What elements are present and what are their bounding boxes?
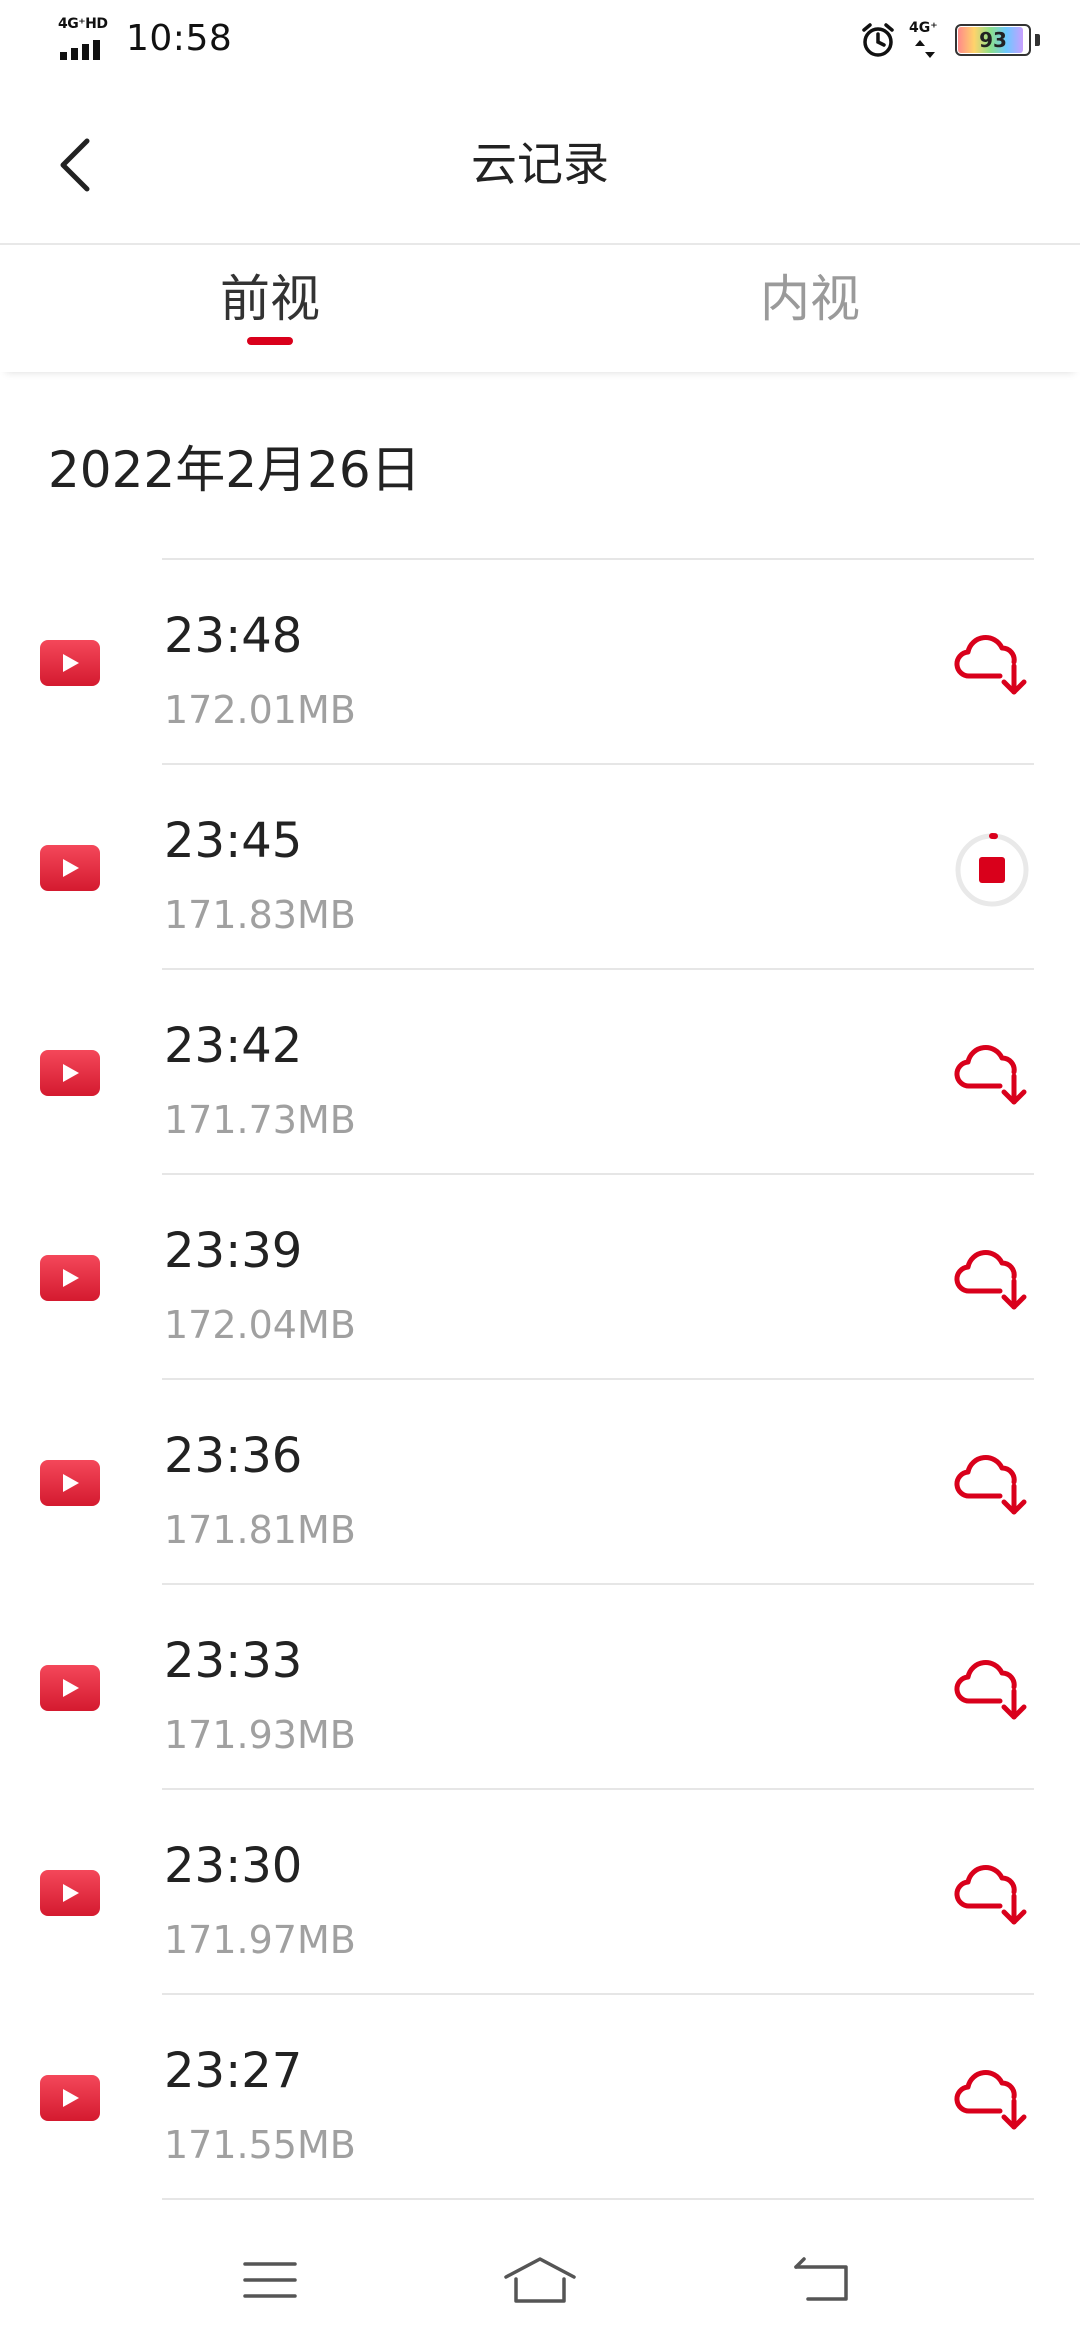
download-button[interactable]: [952, 2065, 1032, 2135]
record-size: 171.83MB: [164, 893, 356, 937]
status-bar: 4G⁺HD 10:58 4G⁺ 93: [0, 0, 1080, 80]
play-icon: [63, 1474, 79, 1492]
tab-front-view-label: 前视: [220, 270, 320, 328]
download-button[interactable]: [952, 1040, 1032, 1110]
page-title: 云记录: [471, 137, 609, 191]
network-indicator: 4G⁺HD: [58, 16, 114, 60]
play-video-button[interactable]: [40, 640, 100, 686]
alarm-icon: [862, 23, 894, 57]
status-left: 4G⁺HD 10:58: [58, 16, 232, 60]
tab-bar: 前视 内视: [0, 247, 1080, 372]
play-video-button[interactable]: [40, 1665, 100, 1711]
stop-download-icon: [955, 832, 1029, 907]
record-time: 23:42: [164, 1018, 303, 1074]
cloud-download-icon: [954, 1660, 1027, 1720]
stop-download-button[interactable]: [952, 832, 1032, 907]
record-row[interactable]: 23:39 172.04MB: [0, 1175, 1080, 1380]
record-size: 171.73MB: [164, 1098, 356, 1142]
cloud-download-icon: [954, 1455, 1027, 1515]
home-icon: [504, 2257, 576, 2303]
status-right: 4G⁺ 93: [859, 20, 1040, 60]
data-arrows-icon: [915, 40, 935, 58]
status-time: 10:58: [126, 17, 233, 59]
nav-back-button[interactable]: [762, 2245, 882, 2315]
network-indicator-2: 4G⁺: [909, 20, 943, 60]
play-video-button[interactable]: [40, 845, 100, 891]
play-icon: [63, 1884, 79, 1902]
play-video-button[interactable]: [40, 2075, 100, 2121]
record-row[interactable]: 23:48 172.01MB: [0, 560, 1080, 765]
cloud-download-icon: [954, 635, 1027, 695]
play-video-button[interactable]: [40, 1050, 100, 1096]
play-video-button[interactable]: [40, 1460, 100, 1506]
record-time: 23:39: [164, 1223, 303, 1279]
download-button[interactable]: [952, 630, 1032, 700]
record-row[interactable]: 23:45 171.83MB: [0, 765, 1080, 970]
play-icon: [63, 1269, 79, 1287]
tab-inner-view-label: 内视: [760, 270, 860, 328]
download-button[interactable]: [952, 1860, 1032, 1930]
play-video-button[interactable]: [40, 1255, 100, 1301]
system-nav-bar: [0, 2215, 1080, 2340]
play-icon: [63, 859, 79, 877]
cloud-download-icon: [954, 1865, 1027, 1925]
record-size: 172.01MB: [164, 688, 356, 732]
record-row[interactable]: 143.40MB: [0, 540, 1080, 560]
record-size: 172.04MB: [164, 1303, 356, 1347]
play-icon: [63, 654, 79, 672]
record-row[interactable]: 23:27 171.55MB: [0, 1995, 1080, 2200]
date-header: 2022年2月26日: [48, 441, 421, 499]
record-time: 23:45: [164, 813, 303, 869]
battery-text: 93: [979, 28, 1007, 52]
menu-icon: [243, 2262, 297, 2298]
record-size: 171.81MB: [164, 1508, 356, 1552]
signal-icon: [60, 40, 100, 60]
record-row[interactable]: 23:36 171.81MB: [0, 1380, 1080, 1585]
play-video-button[interactable]: [40, 1870, 100, 1916]
record-size: 171.97MB: [164, 1918, 356, 1962]
cloud-download-icon: [954, 1045, 1027, 1105]
play-icon: [63, 1679, 79, 1697]
record-size: 171.93MB: [164, 1713, 356, 1757]
tab-front-view[interactable]: 前视: [120, 267, 420, 357]
battery-tip: [1035, 34, 1040, 46]
battery-indicator: 93: [955, 24, 1031, 56]
play-icon: [63, 2089, 79, 2107]
record-row[interactable]: 23:33 171.93MB: [0, 1585, 1080, 1790]
record-time: 23:48: [164, 608, 303, 664]
network-label-2: 4G⁺: [909, 20, 938, 36]
download-button[interactable]: [952, 1655, 1032, 1725]
nav-menu-button[interactable]: [210, 2245, 330, 2315]
tab-inner-view[interactable]: 内视: [660, 267, 960, 357]
record-time: 23:36: [164, 1428, 303, 1484]
play-icon: [63, 1064, 79, 1082]
row-divider: [162, 2198, 1034, 2200]
active-tab-indicator: [247, 337, 293, 345]
cloud-download-icon: [954, 1250, 1027, 1310]
cloud-download-icon: [954, 2070, 1027, 2130]
screen: 4G⁺HD 10:58 4G⁺ 93 云记录 前视 内视 2022年2月26日 …: [0, 0, 1080, 2340]
record-list[interactable]: 143.40MB 23:48 172.01MB 23:45 171.83MB 23:42 1…: [0, 540, 1080, 2215]
network-label: 4G⁺HD: [58, 16, 108, 32]
header: 云记录: [0, 80, 1080, 245]
record-time: 23:30: [164, 1838, 303, 1894]
nav-home-button[interactable]: [480, 2245, 600, 2315]
record-row[interactable]: 23:42 171.73MB: [0, 970, 1080, 1175]
record-size: 171.55MB: [164, 2123, 356, 2167]
back-arrow-icon: [794, 2257, 848, 2301]
download-button[interactable]: [952, 1450, 1032, 1520]
record-row[interactable]: 23:30 171.97MB: [0, 1790, 1080, 1995]
record-list-inner: 143.40MB 23:48 172.01MB 23:45 171.83MB 23:42 1…: [0, 540, 1080, 2200]
record-time: 23:27: [164, 2043, 303, 2099]
record-time: 23:33: [164, 1633, 303, 1689]
download-button[interactable]: [952, 1245, 1032, 1315]
